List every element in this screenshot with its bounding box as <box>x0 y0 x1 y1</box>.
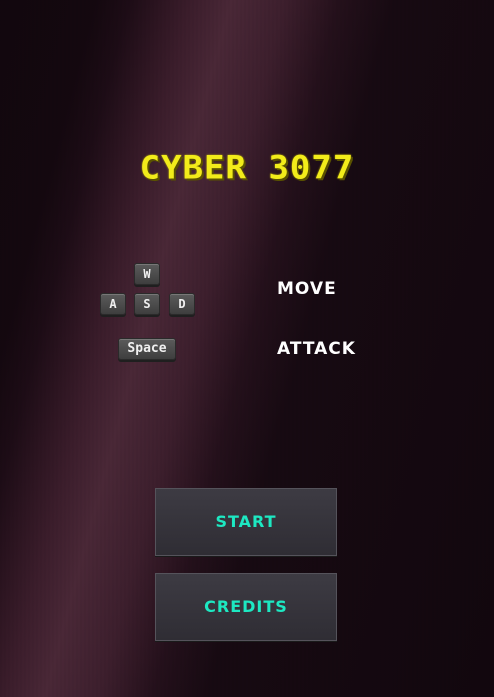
key-a: A <box>100 293 126 315</box>
key-s: S <box>134 293 160 315</box>
key-d: D <box>169 293 195 315</box>
move-label: MOVE <box>277 279 337 299</box>
game-title: CYBER 3077 <box>139 149 355 187</box>
attack-label: ATTACK <box>277 339 356 359</box>
start-button[interactable]: START <box>155 488 337 556</box>
key-space: Space <box>118 338 176 360</box>
key-w: W <box>134 263 160 285</box>
credits-button[interactable]: CREDITS <box>155 573 337 641</box>
